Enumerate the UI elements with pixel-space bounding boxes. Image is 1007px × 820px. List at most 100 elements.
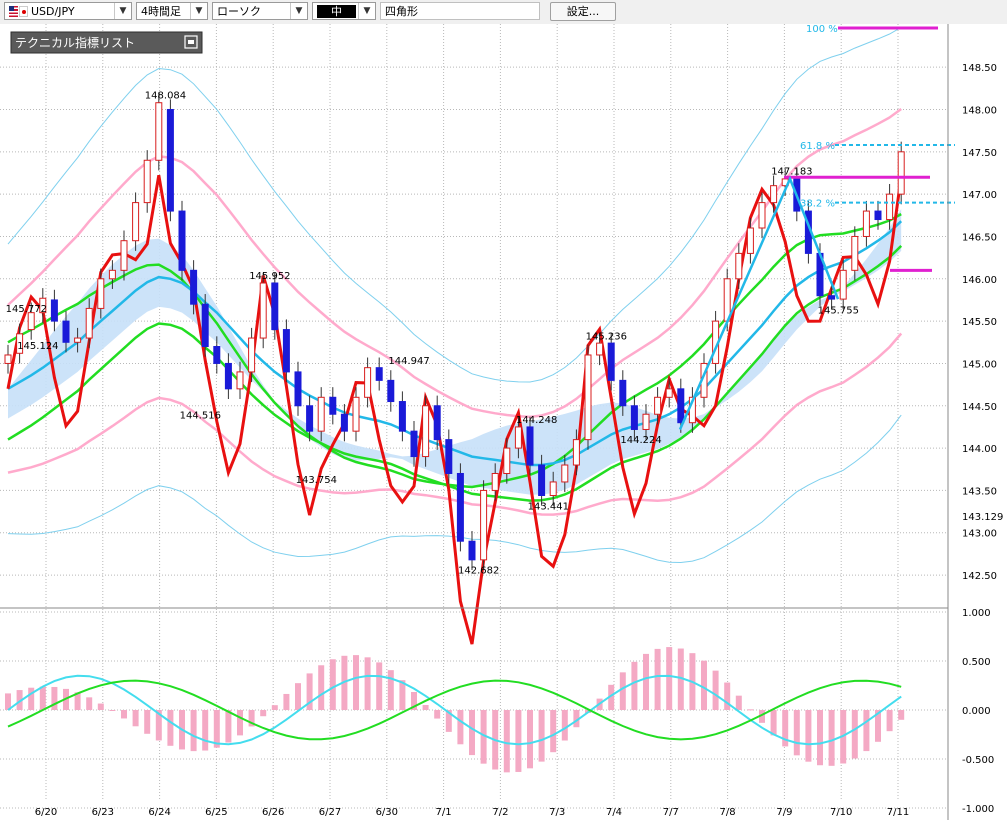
histogram-bar [422,705,429,710]
bear-candle [375,367,383,381]
osc-tick-label: -0.500 [962,755,994,766]
histogram-bar [886,710,893,732]
bull-candle [27,312,35,331]
histogram-bar [863,710,870,752]
time-tick-label: 6/30 [376,807,398,818]
price-tick-label: 145.00 [962,359,997,370]
currency-pair-select[interactable]: USD/JPY ▼ [4,2,132,20]
line-width-select[interactable]: 中 ▼ [312,2,376,20]
bear-candle [224,362,232,390]
chevron-down-icon: ▼ [190,3,207,19]
bear-candle [294,371,302,407]
price-annotation: 145.952 [249,271,290,282]
bear-candle [874,210,882,221]
fib-label: 100 % [806,24,838,35]
histogram-bar [132,710,139,727]
bear-candle [677,388,685,424]
timeframe-select[interactable]: 4時間足 ▼ [136,2,208,20]
histogram-bar [666,647,673,710]
bull-candle [155,102,163,161]
histogram-bar [97,703,104,710]
bear-candle [456,472,464,542]
bull-candle [132,202,140,242]
time-tick-label: 7/4 [606,807,622,818]
bull-candle [108,269,116,280]
histogram-bar [28,687,35,710]
histogram-bar [283,693,290,710]
bull-candle [120,240,128,271]
histogram-bar [898,710,905,720]
jp-flag-icon [19,6,28,17]
histogram-bar [295,683,301,710]
toolbar: USD/JPY ▼ 4時間足 ▼ ローソク ▼ 中 ▼ 四角形 設定... [0,0,1007,25]
bull-candle [364,367,372,398]
chart-type-label: ローソク [217,5,261,18]
histogram-bar [619,672,626,710]
bear-candle [213,346,221,364]
histogram-bar [271,705,278,710]
price-annotation: 143.754 [296,475,337,486]
currency-pair-label: USD/JPY [31,5,75,18]
histogram-bar [376,662,383,710]
bear-candle [398,401,406,432]
bull-candle [886,193,894,221]
histogram-bar [109,710,116,711]
histogram-bar [225,710,232,743]
time-tick-label: 7/1 [436,807,452,818]
histogram-bar [851,710,858,759]
histogram-bar [550,710,557,753]
bull-candle [839,269,847,300]
bull-candle [480,489,488,561]
histogram-bar [434,710,441,719]
shape-field[interactable]: 四角形 [380,2,540,20]
price-chart[interactable]: 100 % 61.8 % 38.2 % 148.084 145.772 145.124 1… [0,24,1007,820]
histogram-bar [538,710,545,762]
bull-candle [491,472,499,491]
price-annotation: 145.124 [17,341,58,352]
histogram-bar [828,710,835,766]
bear-candle [166,108,174,212]
time-tick-label: 7/9 [776,807,792,818]
osc-tick-label: 0.500 [962,657,991,668]
bear-candle [445,439,453,474]
bear-candle [306,405,314,432]
bear-candle [282,329,290,373]
time-tick-label: 6/20 [35,807,57,818]
time-tick-label: 7/7 [663,807,679,818]
bear-candle [630,405,638,430]
price-tick-label: 148.00 [962,105,997,116]
osc-tick-label: -1.000 [962,804,994,815]
price-tick-label: 142.50 [962,571,997,582]
histogram-bar [701,660,707,710]
price-annotation: 142.682 [458,566,499,577]
histogram-bar [144,710,151,734]
histogram-bar [457,710,464,745]
bear-candle [468,540,476,561]
chevron-down-icon: ▼ [290,3,307,19]
bull-candle [642,413,650,430]
bear-candle [201,303,209,348]
bear-candle [178,210,186,271]
bull-candle [584,354,592,441]
histogram-bar [631,661,638,710]
bull-candle [97,278,105,309]
bull-candle [549,481,557,496]
bull-candle [862,210,870,237]
settings-button[interactable]: 設定... [550,2,616,21]
indicator-list-panel[interactable]: テクニカル指標リスト [10,31,203,54]
bull-candle [758,202,766,229]
bull-candle [654,396,662,415]
panel-collapse-glyph [188,40,194,44]
histogram-bar [39,686,46,710]
bear-candle [433,405,441,441]
chart-type-select[interactable]: ローソク ▼ [212,2,308,20]
histogram-bar [190,710,197,752]
bull-candle [317,396,325,432]
time-tick-label: 6/27 [319,807,341,818]
price-tick-label: 147.50 [962,148,997,159]
bull-candle [85,307,93,339]
bear-candle [410,430,418,458]
histogram-bar [515,710,522,772]
price-tick-label: 143.00 [962,529,997,540]
bull-candle [4,354,12,364]
